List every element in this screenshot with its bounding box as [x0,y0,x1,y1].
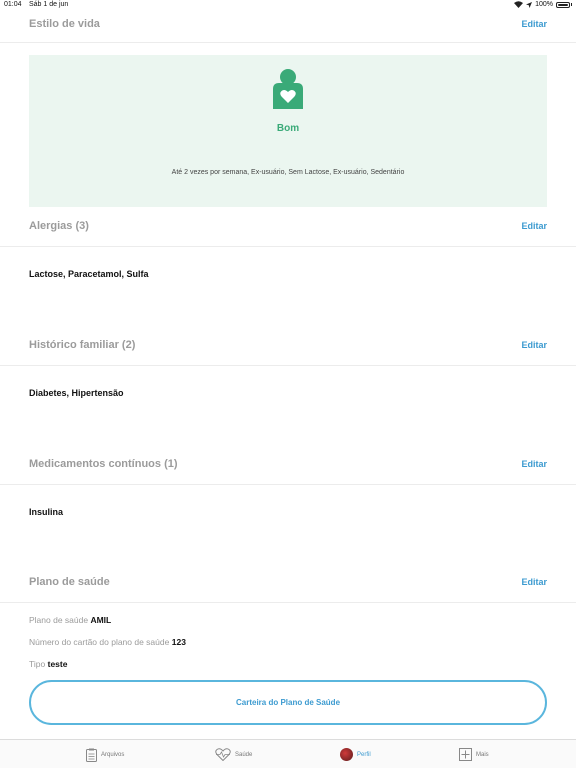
status-date: Sáb 1 de jun [29,1,69,8]
medications-value: Insulina [29,507,64,517]
battery-percent: 100% [535,1,553,8]
lifestyle-header: Estilo de vida Editar [0,12,576,43]
lifestyle-card: Bom Até 2 vezes por semana, Ex-usuário, … [29,55,547,207]
health-plan-card-button[interactable]: Carteira do Plano de Saúde [29,680,547,725]
allergies-header: Alergias (3) Editar [0,212,576,247]
plan-card-number-value: 123 [171,637,186,647]
family-history-value: Diabetes, Hipertensão [29,388,124,398]
health-plan-header: Plano de saúde Editar [0,568,576,603]
tab-profile-label: Perfil [357,751,371,758]
battery-tip [571,3,572,6]
status-bar: 01:04 Sáb 1 de jun 100% [0,0,576,11]
plan-name-value: AMIL [90,615,112,625]
medications-edit-button[interactable]: Editar [521,459,547,469]
person-heart-icon [273,69,303,109]
family-history-edit-button[interactable]: Editar [521,340,547,350]
wifi-icon [514,1,524,8]
health-plan-edit-button[interactable]: Editar [521,577,547,587]
avatar [340,748,353,761]
tab-bar: Arquivos Saúde Perfil Mais [0,739,576,768]
plan-card-number-row: Número do cartão do plano de saúde 123 [29,637,186,647]
medications-header: Medicamentos contínuos (1) Editar [0,450,576,485]
tab-health-label: Saúde [235,751,253,758]
health-plan-title: Plano de saúde [29,576,110,588]
tab-health[interactable]: Saúde [215,740,252,768]
battery-icon [556,1,570,8]
plan-type-value: teste [47,659,68,669]
plan-name-row: Plano de saúde AMIL [29,615,111,625]
location-arrow-icon [526,1,533,8]
allergies-edit-button[interactable]: Editar [521,221,547,231]
tab-profile[interactable]: Perfil [340,740,371,768]
medications-title: Medicamentos contínuos (1) [29,458,178,470]
plus-square-icon [459,748,472,761]
allergies-value: Lactose, Paracetamol, Sulfa [29,269,149,279]
lifestyle-status: Bom [276,123,300,134]
tab-more-label: Mais [476,751,489,758]
plan-card-number-label: Número do cartão do plano de saúde [29,637,170,647]
plan-type-label: Tipo [29,659,46,669]
family-history-header: Histórico familiar (2) Editar [0,331,576,366]
clipboard-icon [86,748,97,762]
lifestyle-edit-button[interactable]: Editar [521,19,547,29]
allergies-title: Alergias (3) [29,220,89,232]
tab-more[interactable]: Mais [459,740,489,768]
status-right: 100% [514,1,572,8]
lifestyle-title: Estilo de vida [29,18,100,30]
tab-files[interactable]: Arquivos [86,740,124,768]
family-history-title: Histórico familiar (2) [29,339,136,351]
tab-files-label: Arquivos [101,751,125,758]
lifestyle-details: Até 2 vezes por semana, Ex-usuário, Sem … [171,169,405,176]
status-time: 01:04 [4,1,22,8]
plan-type-row: Tipo teste [29,659,67,669]
heart-pulse-icon [215,748,231,761]
plan-name-label: Plano de saúde [29,615,89,625]
